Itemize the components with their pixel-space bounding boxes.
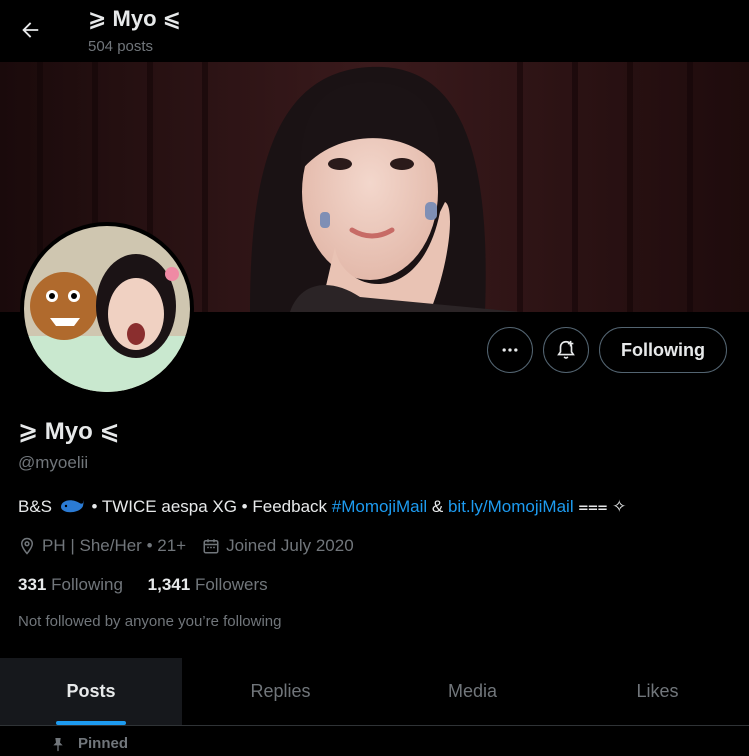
bio-text-start: B&S [18,497,53,516]
arrow-left-icon [22,22,39,38]
following-count: 331 [18,575,47,594]
pinned-label: Pinned [78,735,129,752]
tab-posts[interactable]: Posts [0,658,182,725]
tab-likes-label: Likes [636,681,679,701]
followers-label: Followers [194,575,268,594]
bio-text-end: ⩶ ✧ [578,497,627,516]
followers-count-link[interactable]: 1,341 Followers [148,575,268,594]
location-text: PH | She/Her • 21+ [42,536,187,555]
display-name: ⩾ Myo ⩽ [18,418,120,445]
user-handle: @myoelii [18,453,89,472]
pinned-indicator: Pinned [50,735,128,752]
location-pin-icon [18,537,36,555]
following-button[interactable]: Following [599,327,727,373]
post-count: 504 posts [88,38,154,55]
joined-text: Joined July 2020 [226,536,354,555]
not-followed-note: Not followed by anyone you’re following [18,613,282,630]
profile-bio: B&S • TWICE aespa XG • Feedback #MomojiM… [18,497,626,520]
tab-replies[interactable]: Replies [182,658,379,725]
following-count-link[interactable]: 331 Following [18,575,123,594]
bio-hashtag-link[interactable]: #MomojiMail [332,497,427,516]
more-dots-icon [502,348,518,352]
top-bar: ⩾ Myo ⩽ 504 posts [0,0,749,62]
profile-meta: PH | She/Her • 21+ Joined July 2020 [18,536,354,556]
more-options-button[interactable] [487,327,534,373]
followers-count: 1,341 [147,575,191,594]
profile-actions: Following [487,327,727,373]
notifications-button[interactable] [543,327,590,373]
profile-tabs: Posts Replies Media Likes [0,658,749,726]
whale-icon [59,497,85,520]
profile-avatar[interactable] [20,222,194,396]
tab-likes[interactable]: Likes [566,658,749,725]
calendar-icon [202,537,220,555]
bio-amp: & [431,497,448,516]
tab-replies-label: Replies [250,681,311,701]
bell-plus-icon [557,340,575,359]
tab-media-label: Media [447,681,498,701]
active-tab-indicator [56,721,126,725]
follow-counts: 331 Following 1,341 Followers [18,575,288,595]
tab-posts-label: Posts [66,681,116,701]
bio-url-link[interactable]: bit.ly/MomojiMail [448,497,574,516]
back-button[interactable] [12,12,48,48]
pin-icon [53,737,63,751]
header-name: ⩾ Myo ⩽ [88,6,182,31]
tab-media[interactable]: Media [379,658,566,725]
bio-text-mid: • TWICE aespa XG • Feedback [91,497,332,516]
following-label: Following [51,575,123,594]
